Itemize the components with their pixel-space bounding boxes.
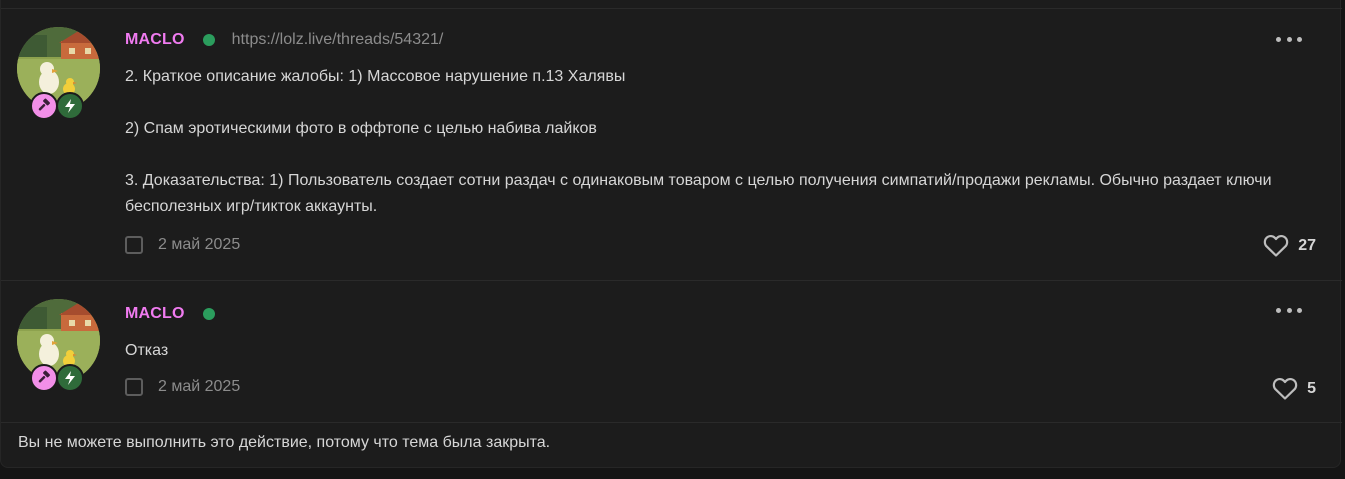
post-paragraph: Отказ	[125, 342, 169, 359]
post: MACLO https://lolz.live/threads/54321/ 2…	[1, 8, 1342, 281]
username[interactable]: MACLO	[125, 305, 185, 323]
post-footer: 2 май 2025	[125, 235, 240, 255]
post-footer: 2 май 2025	[125, 377, 240, 397]
online-indicator	[202, 34, 215, 46]
like-count: 27	[1298, 237, 1316, 254]
post-header: MACLO https://lolz.live/threads/54321/	[125, 29, 443, 51]
dot	[1286, 36, 1292, 42]
dot	[1276, 36, 1281, 42]
post: MACLO Отказ 2 май 2025 5	[1, 282, 1342, 423]
thread-closed-notice: Вы не можете выполнить это действие, пот…	[18, 434, 551, 451]
online-indicator	[202, 308, 215, 320]
post-paragraph: 2) Спам эротическими фото в оффтопе с це…	[125, 120, 597, 137]
more-dots-icon[interactable]	[1276, 303, 1302, 317]
post-date[interactable]: 2 май 2025	[158, 378, 240, 396]
dot	[1297, 307, 1302, 313]
avatar-group	[17, 299, 101, 395]
post-content: Отказ	[125, 338, 1302, 364]
gavel-icon	[30, 92, 58, 120]
thread-replies: MACLO https://lolz.live/threads/54321/ 2…	[0, 0, 1342, 468]
username[interactable]: MACLO	[125, 31, 185, 49]
post-link[interactable]: https://lolz.live/threads/54321/	[232, 31, 444, 49]
heart-icon	[1272, 377, 1298, 400]
post-paragraph: 2. Краткое описание жалобы: 1) Массовое …	[125, 68, 626, 85]
like-count: 5	[1307, 380, 1316, 397]
post-content: 2. Краткое описание жалобы: 1) Массовое …	[125, 64, 1302, 220]
select-checkbox[interactable]	[125, 378, 143, 396]
dot	[1286, 307, 1292, 313]
gavel-icon	[30, 364, 58, 392]
more-dots-icon[interactable]	[1276, 32, 1302, 46]
select-checkbox[interactable]	[125, 236, 143, 254]
like-button[interactable]: 27	[1263, 233, 1316, 259]
dot	[1276, 307, 1281, 313]
dot	[1297, 36, 1302, 42]
avatar-group	[17, 27, 101, 123]
post-paragraph: 3. Доказательства: 1) Пользователь созда…	[125, 172, 1272, 215]
lightning-bolt-icon	[56, 92, 84, 120]
heart-icon	[1263, 234, 1289, 257]
post-header: MACLO	[125, 303, 215, 325]
like-button[interactable]: 5	[1272, 376, 1316, 402]
post-date[interactable]: 2 май 2025	[158, 236, 240, 254]
lightning-bolt-icon	[56, 364, 84, 392]
